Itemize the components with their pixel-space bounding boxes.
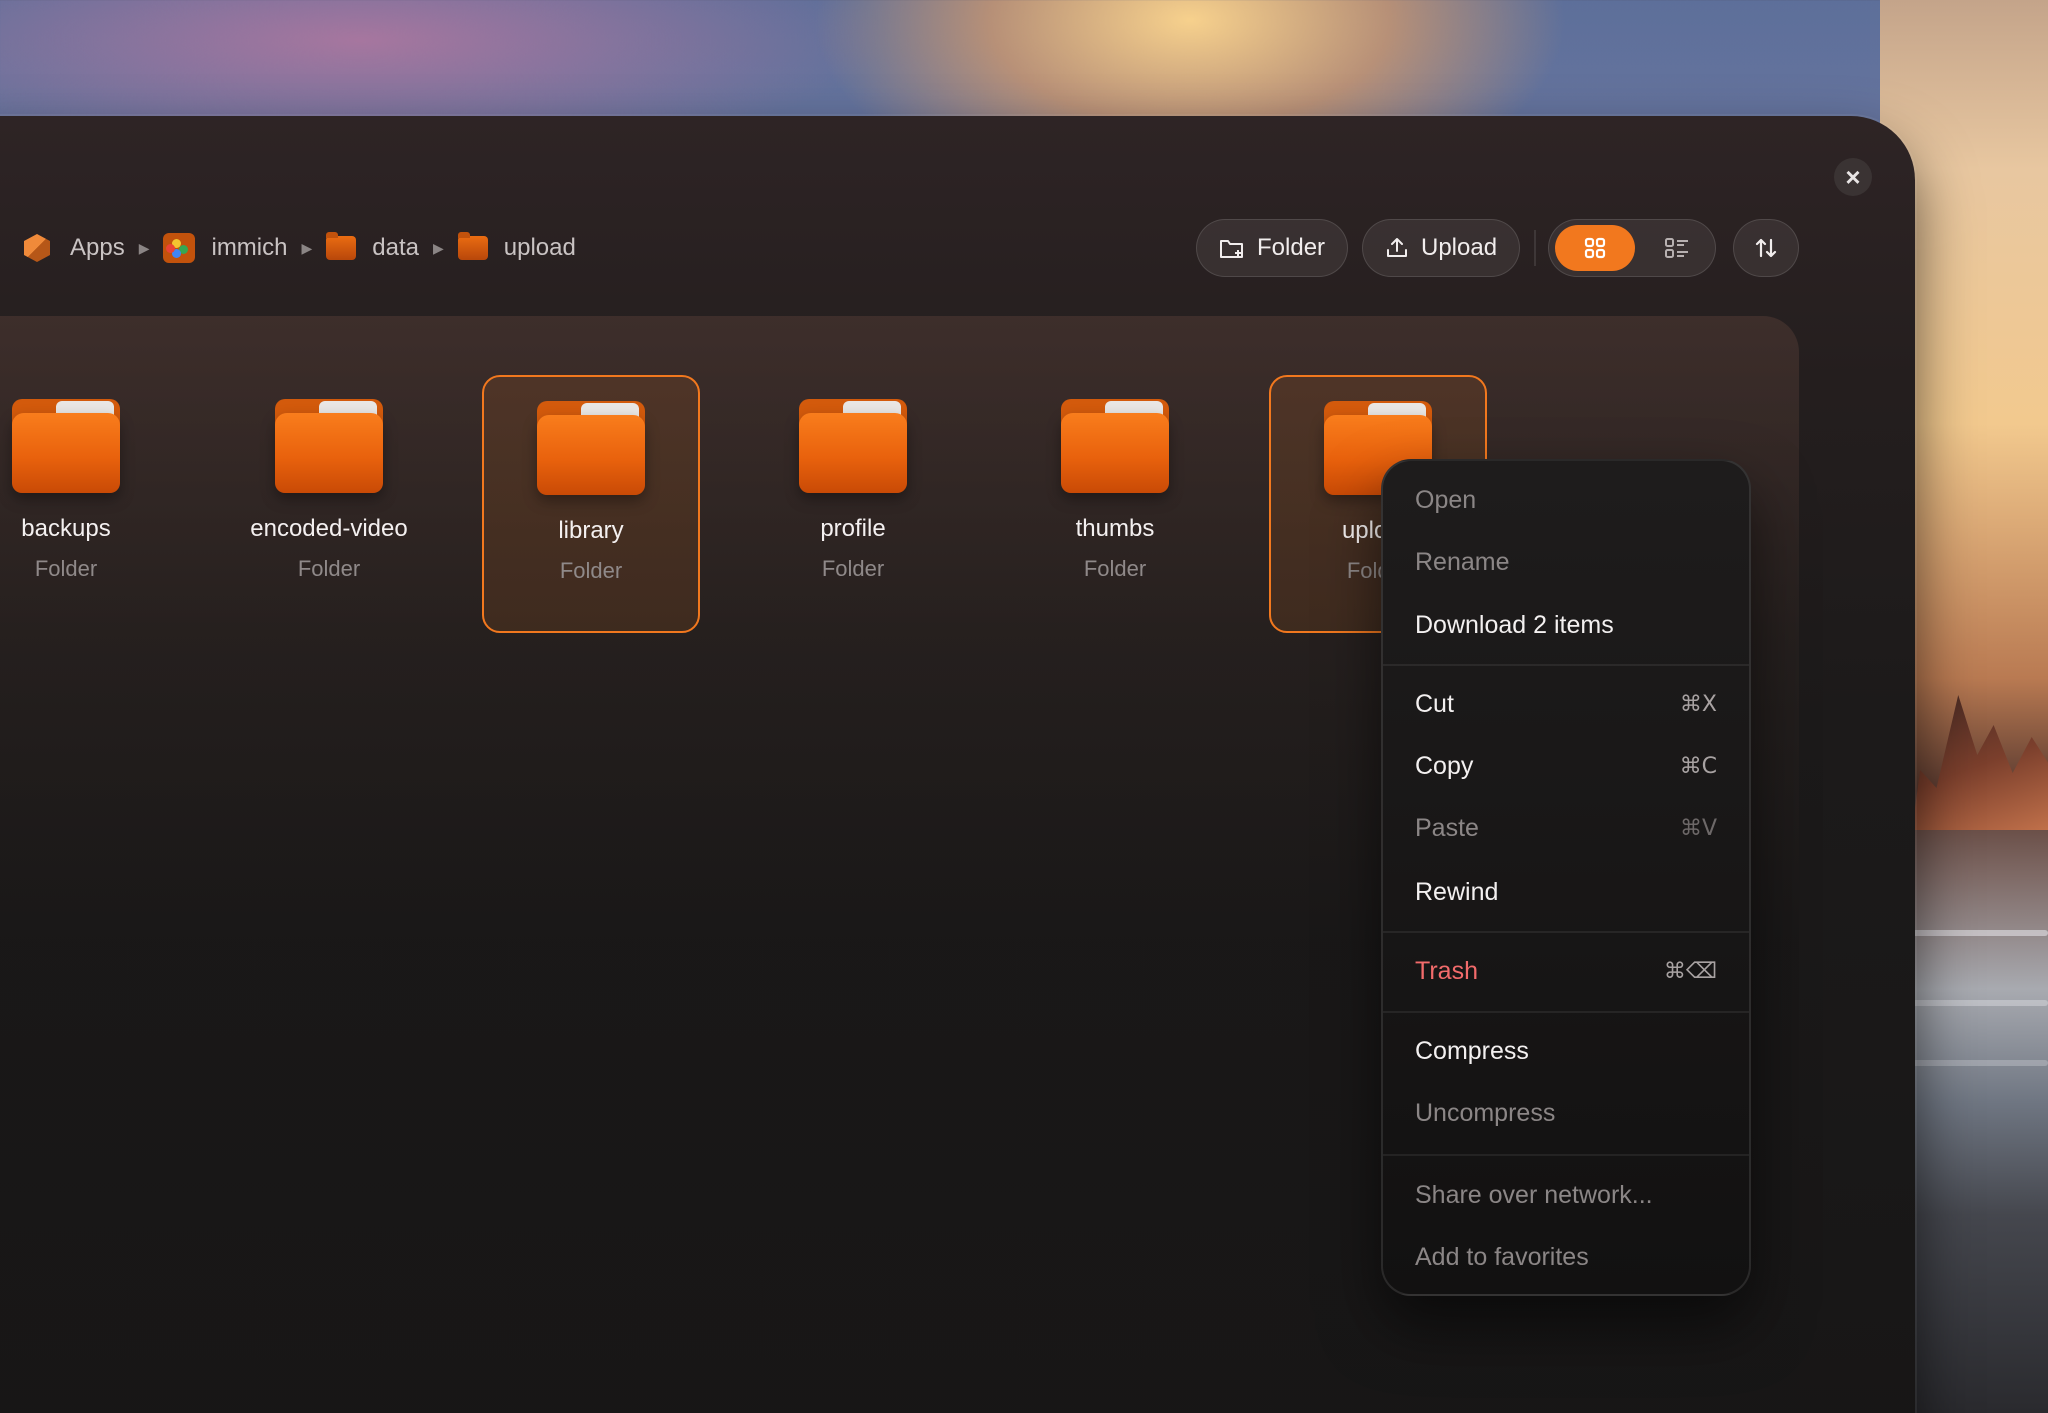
menu-item-download[interactable]: Download 2 items bbox=[1383, 596, 1749, 654]
menu-separator bbox=[1383, 1011, 1749, 1013]
folder-kind: Folder bbox=[821, 556, 885, 581]
folder-icon bbox=[1061, 399, 1169, 495]
chevron-right-icon: ▶ bbox=[138, 239, 150, 256]
breadcrumb-item-data[interactable]: data bbox=[326, 232, 419, 262]
menu-item-uncompress[interactable]: Uncompress bbox=[1383, 1084, 1749, 1142]
folder-icon bbox=[799, 399, 907, 495]
folder-name: backups bbox=[21, 515, 111, 542]
breadcrumb-label: upload bbox=[503, 234, 576, 261]
folder-icon bbox=[457, 232, 488, 262]
menu-item-rename[interactable]: Rename bbox=[1383, 533, 1749, 591]
breadcrumb-label: Apps bbox=[70, 234, 125, 261]
menu-item-rewind[interactable]: Rewind bbox=[1383, 863, 1749, 921]
breadcrumb: Apps ▶ immich ▶ data ▶ upload bbox=[24, 228, 576, 268]
list-icon bbox=[1665, 238, 1688, 258]
menu-item-label: Compress bbox=[1415, 1036, 1529, 1065]
folder-tile-thumbs[interactable]: thumbs Folder bbox=[1006, 375, 1224, 633]
menu-item-open[interactable]: Open bbox=[1383, 471, 1749, 529]
folder-icon bbox=[326, 232, 357, 262]
breadcrumb-item-immich[interactable]: immich bbox=[163, 233, 287, 263]
new-folder-label: Folder bbox=[1257, 234, 1326, 261]
grid-icon bbox=[1584, 237, 1606, 259]
folder-kind: Folder bbox=[559, 558, 623, 583]
shortcut-label: ⌘V bbox=[1679, 815, 1717, 841]
chevron-right-icon: ▶ bbox=[301, 239, 313, 256]
menu-item-label: Cut bbox=[1415, 689, 1454, 718]
menu-item-label: Trash bbox=[1415, 956, 1478, 985]
chevron-right-icon: ▶ bbox=[432, 239, 444, 256]
menu-item-label: Download 2 items bbox=[1415, 610, 1614, 639]
close-icon: × bbox=[1845, 162, 1861, 192]
menu-separator bbox=[1383, 1154, 1749, 1156]
menu-item-label: Rename bbox=[1415, 547, 1510, 576]
folder-icon bbox=[12, 399, 120, 495]
wallpaper-wave bbox=[1900, 1000, 2048, 1006]
breadcrumb-label: data bbox=[372, 234, 419, 261]
menu-item-label: Share over network... bbox=[1415, 1180, 1653, 1209]
view-mode-toggle bbox=[1548, 219, 1716, 277]
box-icon bbox=[24, 234, 54, 262]
menu-separator bbox=[1383, 931, 1749, 933]
menu-item-label: Open bbox=[1415, 485, 1477, 514]
sort-icon bbox=[1755, 238, 1777, 258]
photos-app-icon bbox=[163, 233, 196, 263]
wallpaper-wave bbox=[1900, 930, 2048, 936]
menu-item-trash[interactable]: Trash ⌘⌫ bbox=[1383, 942, 1749, 1000]
grid-view-button[interactable] bbox=[1555, 225, 1635, 271]
shortcut-label: ⌘X bbox=[1679, 691, 1717, 717]
context-menu: Open Rename Download 2 items Cut ⌘X Copy… bbox=[1381, 459, 1751, 1296]
menu-item-share[interactable]: Share over network... bbox=[1383, 1166, 1749, 1224]
shortcut-label: ⌘C bbox=[1679, 753, 1717, 779]
close-window-button[interactable]: × bbox=[1834, 158, 1872, 196]
menu-item-label: Rewind bbox=[1415, 877, 1499, 906]
breadcrumb-label: immich bbox=[211, 234, 288, 261]
menu-separator bbox=[1383, 664, 1749, 666]
folder-name: library bbox=[558, 517, 624, 544]
folder-name: thumbs bbox=[1075, 515, 1155, 542]
wallpaper-wave bbox=[1900, 1060, 2048, 1066]
menu-item-label: Uncompress bbox=[1415, 1098, 1556, 1127]
upload-button[interactable]: Upload bbox=[1362, 219, 1521, 277]
menu-item-cut[interactable]: Cut ⌘X bbox=[1383, 675, 1749, 733]
upload-icon bbox=[1387, 238, 1407, 257]
folder-tile-library[interactable]: library Folder bbox=[482, 375, 700, 633]
folder-icon bbox=[537, 401, 645, 497]
menu-item-label: Paste bbox=[1415, 813, 1479, 842]
menu-item-favorites[interactable]: Add to favorites bbox=[1383, 1228, 1749, 1286]
shortcut-label: ⌘⌫ bbox=[1663, 958, 1717, 984]
menu-item-label: Copy bbox=[1415, 751, 1474, 780]
menu-item-paste[interactable]: Paste ⌘V bbox=[1383, 799, 1749, 857]
toolbar-divider bbox=[1534, 230, 1536, 266]
folder-name: encoded-video bbox=[250, 515, 408, 542]
folder-icon bbox=[275, 399, 383, 495]
breadcrumb-item-apps[interactable]: Apps bbox=[24, 234, 125, 262]
folder-tile-encoded-video[interactable]: encoded-video Folder bbox=[220, 375, 438, 633]
folder-tile-backups[interactable]: backups Folder bbox=[0, 375, 175, 633]
folder-name: profile bbox=[820, 515, 886, 542]
menu-item-copy[interactable]: Copy ⌘C bbox=[1383, 737, 1749, 795]
list-view-button[interactable] bbox=[1645, 225, 1709, 271]
folder-tile-profile[interactable]: profile Folder bbox=[744, 375, 962, 633]
menu-item-compress[interactable]: Compress bbox=[1383, 1022, 1749, 1080]
menu-item-label: Add to favorites bbox=[1415, 1242, 1589, 1271]
folder-kind: Folder bbox=[1083, 556, 1147, 581]
new-folder-button[interactable]: Folder bbox=[1196, 219, 1349, 277]
upload-label: Upload bbox=[1421, 234, 1498, 261]
folder-plus-icon bbox=[1220, 240, 1243, 258]
folder-kind: Folder bbox=[297, 556, 361, 581]
sort-button[interactable] bbox=[1733, 219, 1799, 277]
breadcrumb-item-upload[interactable]: upload bbox=[457, 232, 576, 262]
folder-kind: Folder bbox=[34, 556, 98, 581]
